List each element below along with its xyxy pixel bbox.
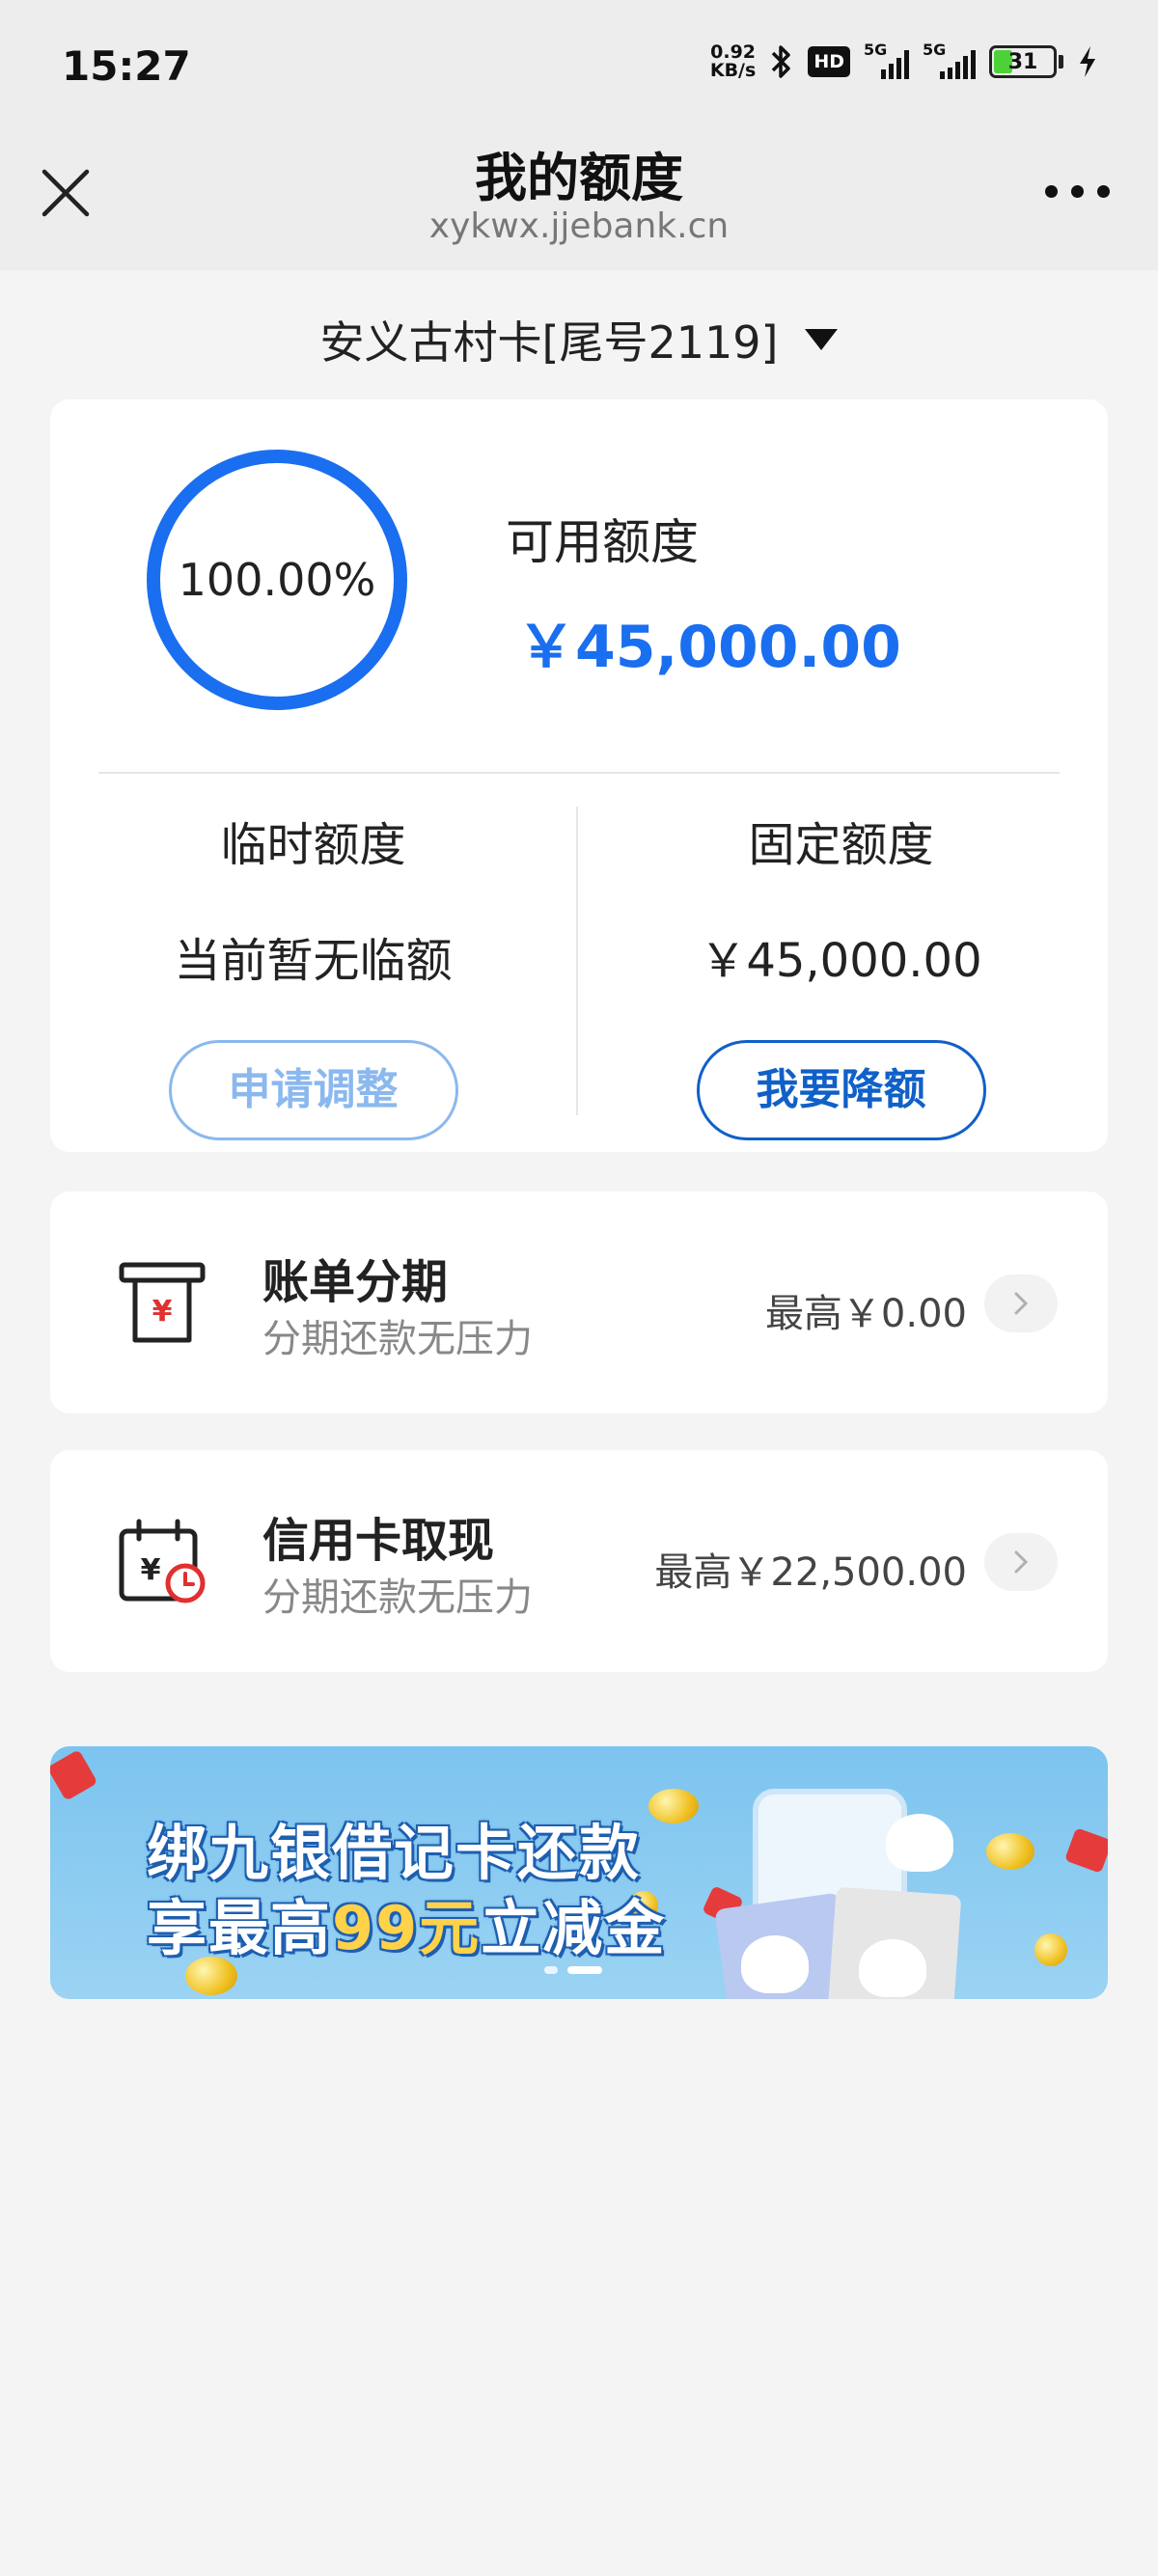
card-selector-label: 安义古村卡[尾号2119]: [319, 316, 779, 369]
fixed-limit-value: ￥45,000.00: [700, 934, 982, 988]
temporary-limit-title: 临时额度: [220, 818, 406, 872]
banner-subheadline: 享最高99元立减金: [147, 1879, 666, 1966]
title-bar: 我的额度 xykwx.jjebank.cn: [0, 135, 1158, 270]
battery-level: 31: [1007, 49, 1038, 74]
temporary-limit-value: 当前暂无临额: [174, 934, 453, 988]
charging-icon: [1080, 46, 1095, 77]
red-envelope-icon: [1064, 1827, 1108, 1874]
signal-icon: 5G: [864, 41, 909, 79]
reduce-limit-button[interactable]: 我要降额: [696, 1040, 986, 1140]
fixed-limit-title: 固定额度: [748, 818, 934, 872]
status-bar: 15:27 0.92 KB/s HD 5G 5G 31: [0, 0, 1158, 135]
available-limit-amount: ￥45,000.00: [517, 614, 901, 681]
usage-percent: 100.00%: [178, 554, 376, 606]
banner-headline: 绑九银借记卡还款: [147, 1818, 642, 1888]
dropdown-arrow-icon: [805, 329, 839, 350]
network-speed-unit: KB/s: [709, 60, 757, 81]
available-limit-label: 可用额度: [506, 514, 699, 570]
bill-installment-item[interactable]: ¥ 账单分期 分期还款无压力 最高￥0.00: [50, 1192, 1108, 1413]
mascot-illustration: [886, 1814, 953, 1872]
service-max-amount: 最高￥0.00: [764, 1292, 967, 1336]
banner-line2-prefix: 享最高: [147, 1893, 333, 1963]
divider: [98, 772, 1060, 774]
cash-advance-item[interactable]: ¥ 信用卡取现 分期还款无压力 最高￥22,500.00: [50, 1450, 1108, 1672]
banner-highlight: 99元: [332, 1893, 482, 1963]
coin-icon: [986, 1833, 1034, 1870]
promo-banner[interactable]: 绑九银借记卡还款 享最高99元立减金: [50, 1746, 1108, 1999]
calendar-clock-icon: ¥: [119, 1519, 206, 1603]
page-url: xykwx.jjebank.cn: [428, 206, 730, 246]
bluetooth-icon: [772, 45, 791, 78]
status-time: 15:27: [62, 42, 191, 90]
page-title: 我的额度: [475, 148, 683, 208]
fixed-limit-section: 固定额度 ￥45,000.00 我要降额: [578, 807, 1104, 1140]
service-subtitle: 分期还款无压力: [262, 1317, 533, 1361]
svg-text:¥: ¥: [152, 1295, 173, 1329]
service-max-amount: 最高￥22,500.00: [654, 1550, 967, 1595]
mascot-illustration: [859, 1939, 926, 1997]
status-indicators: 0.92 KB/s HD 5G 5G 31: [710, 41, 1098, 83]
svg-text:¥: ¥: [141, 1553, 161, 1587]
service-subtitle: 分期还款无压力: [262, 1576, 533, 1620]
chevron-right-icon[interactable]: [984, 1274, 1058, 1332]
battery-icon: 31: [989, 45, 1063, 78]
bill-atm-icon: ¥: [119, 1262, 206, 1343]
carousel-indicator: [544, 1966, 602, 1974]
credit-limit-card: 100.00% 可用额度 ￥45,000.00 临时额度 当前暂无临额 申请调整…: [50, 399, 1108, 1152]
signal-2-label: 5G: [923, 41, 947, 59]
banner-line2-suffix: 立减金: [481, 1893, 667, 1963]
card-selector[interactable]: 安义古村卡[尾号2119]: [0, 301, 1158, 378]
signal-icon: 5G: [923, 41, 976, 79]
service-title: 信用卡取现: [262, 1514, 495, 1568]
service-title: 账单分期: [262, 1255, 449, 1309]
temporary-limit-section: 临时额度 当前暂无临额 申请调整: [50, 807, 576, 1140]
mascot-illustration: [741, 1935, 809, 1993]
usage-ring: 100.00%: [147, 450, 407, 710]
hd-voice-icon: HD: [808, 46, 850, 77]
coin-icon: [648, 1789, 699, 1823]
network-speed: 0.92 KB/s: [710, 43, 756, 80]
coin-icon: [1034, 1933, 1067, 1966]
chevron-right-icon[interactable]: [984, 1533, 1058, 1591]
apply-adjust-button[interactable]: 申请调整: [168, 1040, 458, 1140]
signal-1-label: 5G: [864, 41, 888, 59]
more-options-button[interactable]: [1045, 185, 1110, 198]
red-envelope-icon: [50, 1749, 98, 1801]
